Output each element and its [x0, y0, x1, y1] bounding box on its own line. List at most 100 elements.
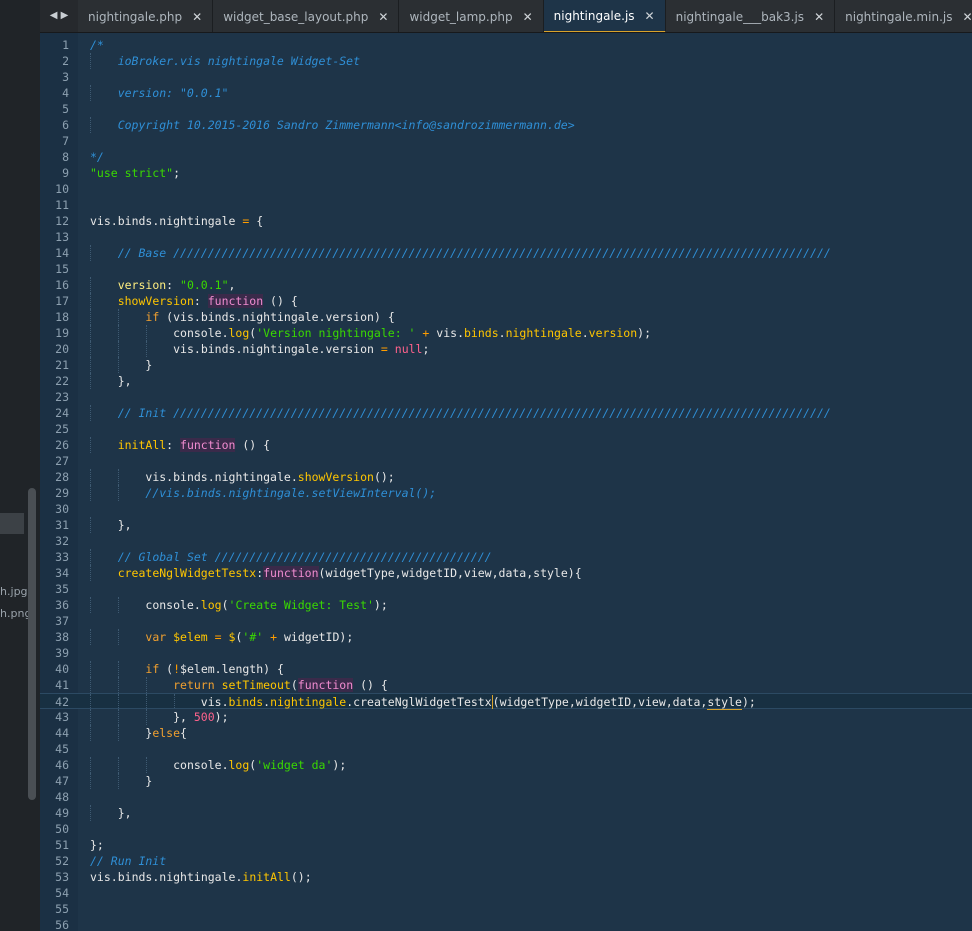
code-line[interactable]: 25	[40, 421, 972, 437]
code-text: /*	[90, 37, 104, 53]
indent-guide	[118, 341, 120, 357]
code-line[interactable]: 1 /*	[40, 37, 972, 53]
code-line[interactable]: 12 vis.binds.nightingale = {	[40, 213, 972, 229]
code-line[interactable]: 9 "use strict";	[40, 165, 972, 181]
tab-file[interactable]: widget_base_layout.php ✕	[213, 0, 400, 32]
code-text: // Run Init	[90, 853, 166, 869]
close-icon[interactable]: ✕	[814, 10, 824, 24]
code-line[interactable]: 32	[40, 533, 972, 549]
code-token: return	[173, 678, 215, 692]
indent-guide	[90, 85, 91, 101]
code-token: .	[221, 758, 229, 772]
code-line[interactable]: 44 }else{	[40, 725, 972, 741]
code-line[interactable]: 26 initAll: function () {	[40, 437, 972, 453]
code-line[interactable]: 15	[40, 261, 972, 277]
code-token: createNglWidgetTestx	[353, 695, 492, 709]
code-line[interactable]: 30	[40, 501, 972, 517]
tab-label: widget_lamp.php	[409, 9, 513, 24]
code-line[interactable]: 33 // Global Set ///////////////////////…	[40, 549, 972, 565]
tab-label: nightingale.php	[88, 9, 183, 24]
code-line[interactable]: 8 */	[40, 149, 972, 165]
code-line[interactable]: 50	[40, 821, 972, 837]
code-line[interactable]: 52 // Run Init	[40, 853, 972, 869]
code-line[interactable]: 47 }	[40, 773, 972, 789]
code-line[interactable]: 28 vis.binds.nightingale.showVersion();	[40, 469, 972, 485]
code-line[interactable]: 40 if (!$elem.length) {	[40, 661, 972, 677]
code-line[interactable]: 45	[40, 741, 972, 757]
code-line[interactable]: 51};	[40, 837, 972, 853]
indent-guide	[90, 565, 91, 581]
code-line[interactable]: 35	[40, 581, 972, 597]
code-token: !	[173, 662, 181, 676]
code-line[interactable]: 22 },	[40, 373, 972, 389]
code-line[interactable]: 21 }	[40, 357, 972, 373]
code-line[interactable]: 11	[40, 197, 972, 213]
code-line[interactable]: 31 },	[40, 517, 972, 533]
code-line[interactable]: 4 version: "0.0.1"	[40, 85, 972, 101]
line-number: 48	[55, 790, 69, 804]
line-number: 52	[55, 854, 69, 868]
line-number: 41	[55, 678, 69, 692]
code-line[interactable]: 29 //vis.binds.nightingale.setViewInterv…	[40, 485, 972, 501]
sidebar-scrollbar[interactable]	[28, 488, 36, 800]
code-line[interactable]: 56	[40, 917, 972, 931]
code-line[interactable]: 34 createNglWidgetTestx:function(widgetT…	[40, 565, 972, 581]
code-token: .	[221, 695, 229, 709]
code-line[interactable]: 16 version: "0.0.1",	[40, 277, 972, 293]
code-line[interactable]: 27	[40, 453, 972, 469]
tab-file[interactable]: nightingale___bak3.js ✕	[665, 0, 836, 32]
code-line[interactable]: 49 },	[40, 805, 972, 821]
code-line[interactable]: 10	[40, 181, 972, 197]
code-line[interactable]: 36 console.log('Create Widget: Test');	[40, 597, 972, 613]
tab-file[interactable]: widget_lamp.php ✕	[399, 0, 544, 32]
code-token: log	[200, 598, 222, 612]
code-line[interactable]: 5	[40, 101, 972, 117]
code-line[interactable]: 6 Copyright 10.2015-2016 Sandro Zimmerma…	[40, 117, 972, 133]
code-line[interactable]: 14 // Base /////////////////////////////…	[40, 245, 972, 261]
code-line[interactable]: 55	[40, 901, 972, 917]
code-line[interactable]: 20 vis.binds.nightingale.version = null;	[40, 341, 972, 357]
code-text: return setTimeout(function () {	[90, 677, 388, 693]
tab-file[interactable]: nightingale.php ✕	[78, 0, 214, 32]
code-editor[interactable]: 1/* 2 ioBroker.vis nightingale Widget-Set…	[40, 33, 972, 931]
code-line[interactable]: 54	[40, 885, 972, 901]
code-line[interactable]: 43 }, 500);	[40, 709, 972, 725]
tab-file[interactable]: nightingale.min.js ✕	[835, 0, 972, 32]
code-text: console.log('widget da');	[90, 757, 346, 773]
close-icon[interactable]: ✕	[523, 10, 533, 24]
code-line[interactable]: 13	[40, 229, 972, 245]
code-line[interactable]: 17 showVersion: function () {	[40, 293, 972, 309]
code-line[interactable]: 46 console.log('widget da');	[40, 757, 972, 773]
close-icon[interactable]: ✕	[962, 10, 972, 24]
tab-nav-arrows-icon[interactable]: ◀ ▶	[40, 0, 78, 32]
sidebar-selected-item[interactable]	[0, 513, 24, 534]
code-token: log	[228, 758, 250, 772]
code-token: nightingale	[159, 214, 236, 228]
code-line[interactable]: 18 if (vis.binds.nightingale.version) {	[40, 309, 972, 325]
code-line[interactable]: 41 return setTimeout(function () {	[40, 677, 972, 693]
line-number: 28	[55, 470, 69, 484]
code-line[interactable]: 48	[40, 789, 972, 805]
code-text: var $elem = $('#' + widgetID);	[90, 629, 353, 645]
close-icon[interactable]: ✕	[378, 10, 388, 24]
sidebar-file-item[interactable]: ch.jpg	[0, 585, 28, 598]
code-line[interactable]: 53 vis.binds.nightingale.initAll();	[40, 869, 972, 885]
close-icon[interactable]: ✕	[192, 10, 202, 24]
code-line[interactable]: 37	[40, 613, 972, 629]
tab-file[interactable]: nightingale.js ✕	[543, 0, 666, 32]
indent-guide	[90, 437, 91, 453]
code-line[interactable]: 38 var $elem = $('#' + widgetID);	[40, 629, 972, 645]
code-token: (	[491, 695, 500, 709]
code-line[interactable]: 7	[40, 133, 972, 149]
code-line[interactable]: 2 ioBroker.vis nightingale Widget-Set	[40, 53, 972, 69]
code-token: function	[263, 566, 319, 580]
code-line[interactable]: 3	[40, 69, 972, 85]
code-line[interactable]: 23	[40, 389, 972, 405]
close-icon[interactable]: ✕	[645, 9, 655, 23]
code-line[interactable]: 42 vis.binds.nightingale.createNglWidget…	[40, 693, 972, 710]
code-line[interactable]: 19 console.log('Version nightingale: ' +…	[40, 325, 972, 341]
sidebar-file-item[interactable]: ch.png	[0, 607, 31, 620]
code-line[interactable]: 24 // Init /////////////////////////////…	[40, 405, 972, 421]
code-line[interactable]: 39	[40, 645, 972, 661]
